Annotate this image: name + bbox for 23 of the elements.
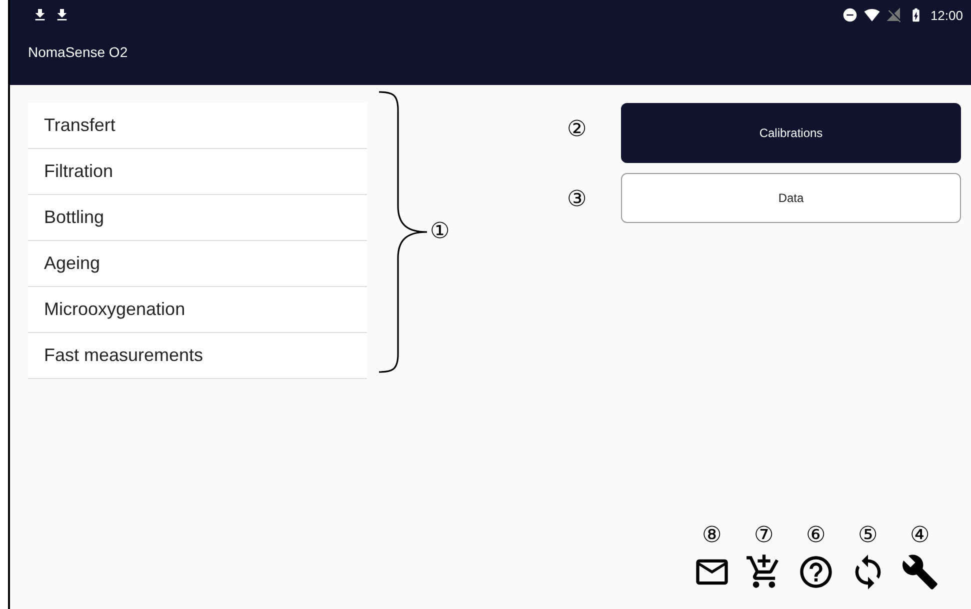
app-title: NomaSense O2 bbox=[27, 43, 129, 60]
callout-number: ⑧ bbox=[702, 525, 722, 547]
callout-number: ⑥ bbox=[806, 525, 826, 547]
help-icon[interactable] bbox=[797, 553, 835, 591]
callout-number: ⑤ bbox=[858, 525, 878, 547]
menu-item[interactable]: Bottling bbox=[28, 195, 367, 241]
callout-number: ① bbox=[430, 221, 450, 243]
callout-number: ③ bbox=[567, 189, 587, 211]
menu-item[interactable]: Fast measurements bbox=[28, 333, 367, 379]
callout-number: ⑦ bbox=[754, 525, 774, 547]
menu-item[interactable]: Filtration bbox=[28, 149, 367, 195]
clock: 12:00 bbox=[930, 8, 963, 22]
wifi-icon bbox=[864, 7, 880, 23]
primary-button[interactable]: Calibrations bbox=[621, 103, 961, 163]
callout-number: ④ bbox=[910, 525, 930, 547]
menu-item[interactable]: Ageing bbox=[28, 241, 367, 287]
menu-item[interactable]: Transfert bbox=[28, 103, 367, 149]
outline-button[interactable]: Data bbox=[621, 173, 961, 223]
do-not-disturb-icon bbox=[842, 7, 858, 23]
no-signal-icon bbox=[886, 7, 902, 23]
callout-number: ② bbox=[567, 119, 587, 141]
wrench-icon[interactable] bbox=[901, 553, 939, 591]
menu-item[interactable]: Microoxygenation bbox=[28, 287, 367, 333]
